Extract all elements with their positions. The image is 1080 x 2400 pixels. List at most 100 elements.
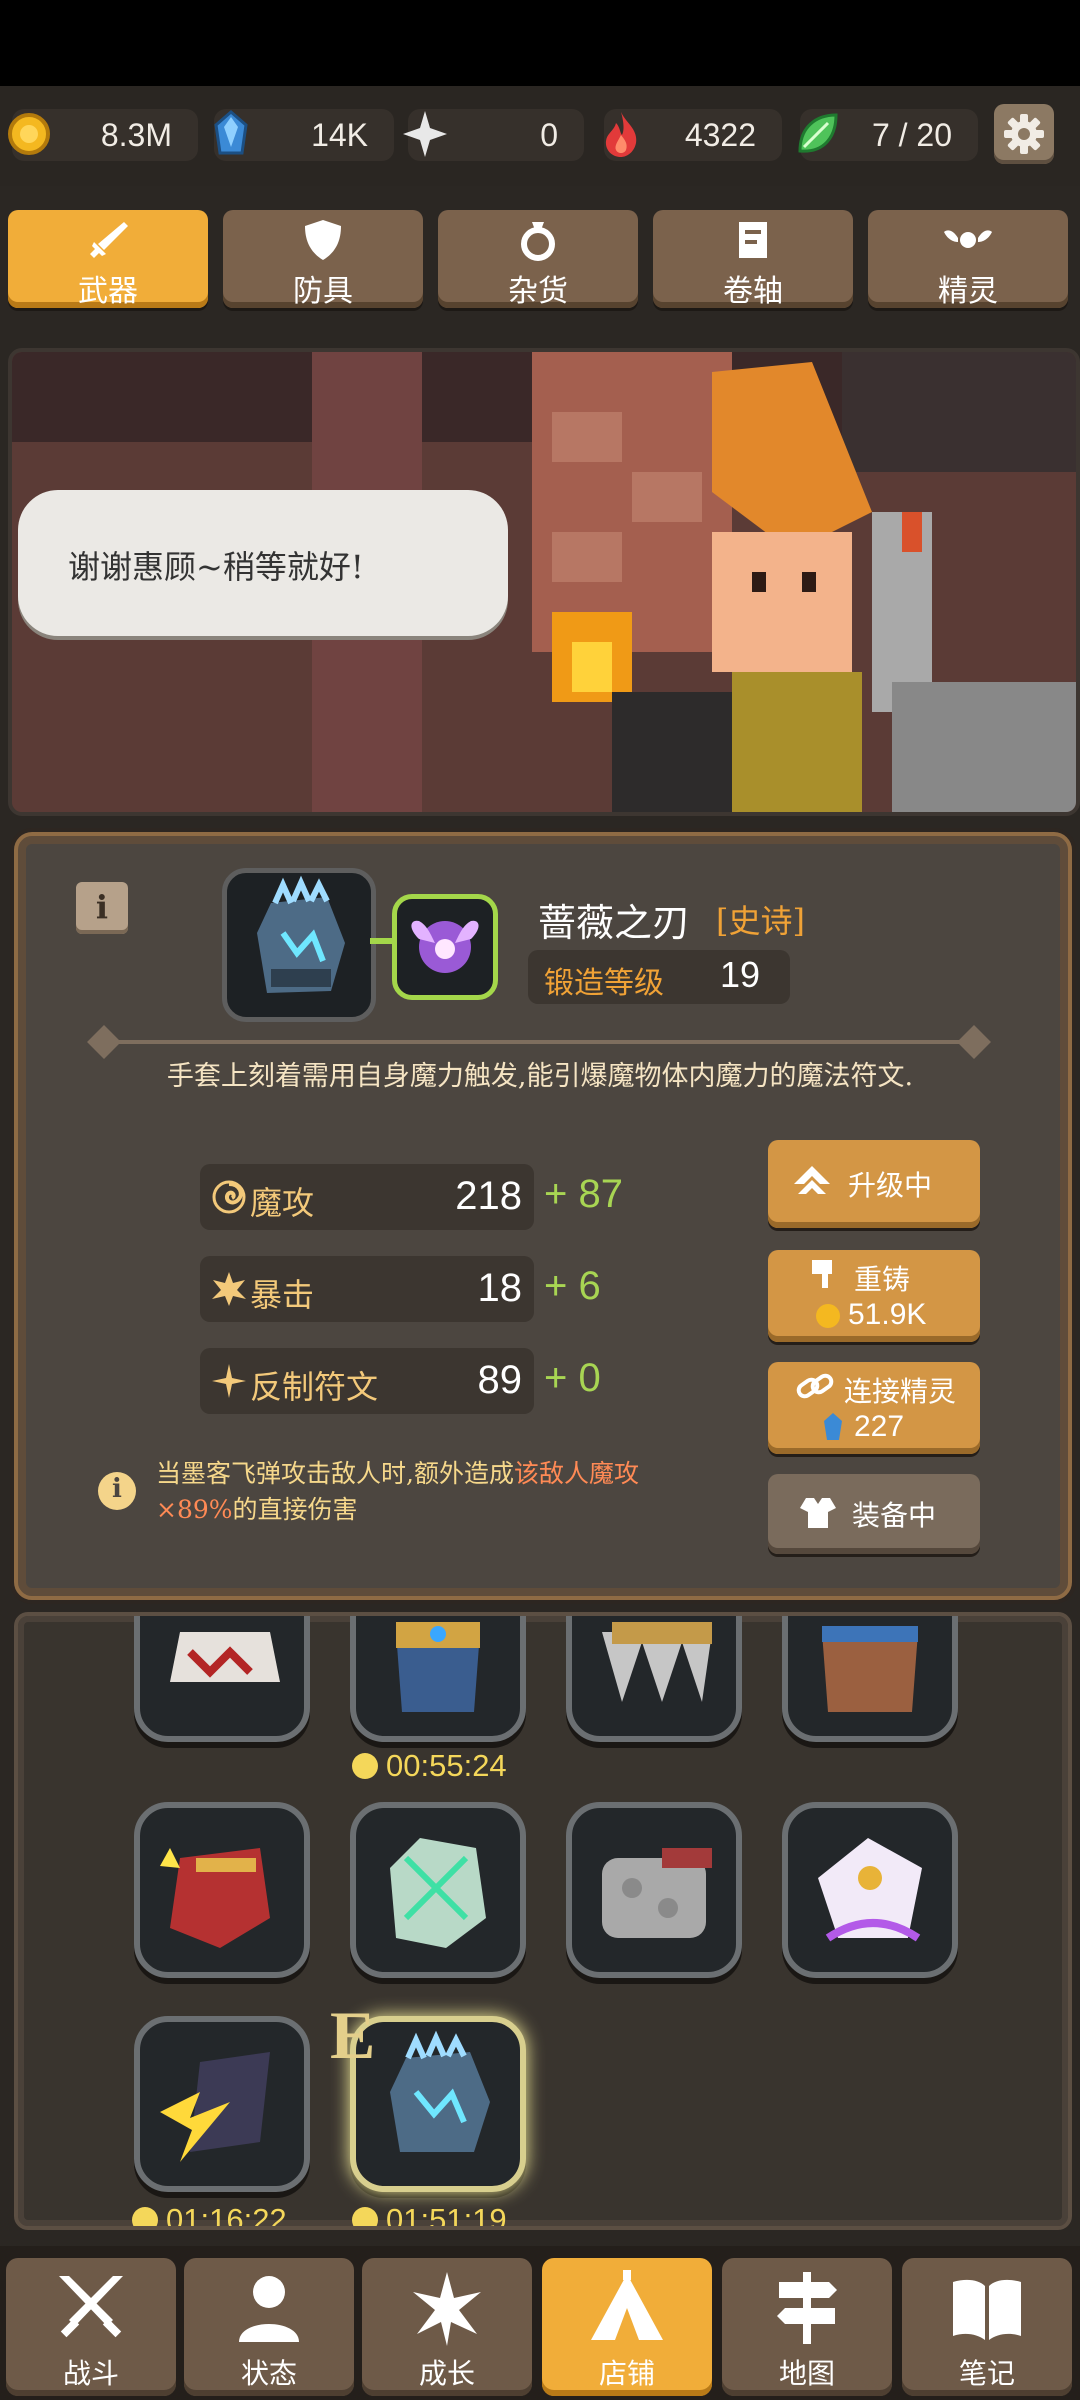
green-leaf-icon	[798, 113, 838, 153]
resource-crystal[interactable]: 14K	[214, 109, 394, 161]
stat-row-magic-attack: 魔攻 218	[200, 1164, 534, 1230]
gear-icon	[1004, 114, 1044, 154]
reforge-label: 重铸	[854, 1263, 911, 1296]
upgrade-label: 升级中	[848, 1169, 933, 1202]
dialog-text: 谢谢惠顾~稍等就好!	[68, 548, 364, 586]
inventory-item[interactable]	[350, 1616, 526, 1742]
tab-label: 防具	[293, 274, 353, 309]
inventory-item[interactable]	[782, 1616, 958, 1742]
inventory-item[interactable]	[782, 1802, 958, 1978]
inventory-item-selected[interactable]	[350, 2016, 526, 2192]
stat-bonus: + 6	[544, 1264, 601, 1308]
iron-gauntlet-icon	[602, 1848, 712, 1938]
equipped-button[interactable]: 装备中	[768, 1474, 980, 1554]
forge-level-value: 19	[720, 954, 761, 995]
resource-value: 0	[540, 117, 558, 153]
passive-prefix: 当墨客飞弹攻击敌人时,额外造成	[156, 1459, 514, 1488]
resource-value: 14K	[311, 117, 368, 153]
passive-highlight: 该敌人魔攻	[513, 1459, 639, 1488]
gold-blue-gauntlet-icon	[396, 1622, 480, 1712]
inventory-item[interactable]	[134, 1802, 310, 1978]
nav-battle[interactable]: 战斗	[6, 2258, 176, 2396]
timer-text: 01:16:22	[166, 2202, 287, 2230]
signpost-icon	[777, 2272, 837, 2344]
red-fist-gauntlet-icon	[160, 1848, 270, 1948]
tab-armor[interactable]: 防具	[223, 210, 423, 309]
sparkle-icon	[212, 1364, 246, 1398]
link-spirit-button[interactable]: 连接精灵 227	[768, 1362, 980, 1454]
chain-link-icon	[796, 1373, 834, 1399]
inventory-item[interactable]	[566, 1616, 742, 1742]
stopwatch-icon	[132, 2207, 158, 2226]
tab-label: 武器	[78, 274, 138, 309]
forge-level-label: 锻造等级	[544, 966, 664, 1001]
tab-weapons[interactable]: 武器	[8, 210, 208, 309]
nav-label: 战斗	[62, 2357, 119, 2390]
stat-name: 反制符文	[250, 1368, 379, 1406]
craft-timer: 01:51:19	[352, 2202, 507, 2226]
inventory-item[interactable]	[134, 1616, 310, 1742]
stat-value: 89	[477, 1358, 523, 1402]
nav-map[interactable]: 地图	[722, 2258, 892, 2396]
item-rarity: [史诗]	[716, 902, 805, 940]
stat-value: 218	[455, 1174, 522, 1218]
gold-coin-icon	[8, 113, 50, 155]
nav-growth[interactable]: 成长	[362, 2258, 532, 2396]
gauntlet-icon	[257, 875, 345, 993]
link-spirit-cost: 227	[854, 1410, 905, 1443]
wings-icon	[944, 230, 992, 248]
nav-label: 状态	[240, 2357, 297, 2390]
sword-icon	[90, 222, 128, 258]
resource-leaf[interactable]: 7 / 20	[798, 109, 978, 161]
info-button[interactable]: i	[76, 882, 128, 934]
upgrade-arrow-icon	[794, 1166, 830, 1194]
tab-scrolls[interactable]: 卷轴	[653, 210, 853, 309]
inventory-item[interactable]	[566, 1802, 742, 1978]
fairy-spirit-icon	[411, 920, 479, 973]
tab-goods[interactable]: 杂货	[438, 210, 638, 309]
nav-label: 地图	[778, 2357, 835, 2390]
stopwatch-icon	[352, 2207, 378, 2226]
reforge-button[interactable]: 重铸 51.9K	[768, 1250, 980, 1342]
info-circle-icon: i	[98, 1472, 136, 1510]
resource-flame[interactable]: 4322	[604, 109, 782, 161]
inventory-item[interactable]	[134, 2016, 310, 2192]
tab-spirits[interactable]: 精灵	[868, 210, 1068, 309]
nav-label: 成长	[418, 2357, 475, 2390]
nav-shop[interactable]: 店铺	[542, 2258, 712, 2396]
nav-status[interactable]: 状态	[184, 2258, 354, 2396]
stat-name: 暴击	[250, 1276, 315, 1314]
person-icon	[239, 2276, 299, 2342]
resource-gold[interactable]: 8.3M	[8, 109, 198, 161]
nav-notes[interactable]: 笔记	[902, 2258, 1072, 2396]
tab-label: 卷轴	[723, 274, 783, 309]
reforge-cost: 51.9K	[848, 1298, 927, 1331]
tab-label: 精灵	[938, 274, 998, 309]
armor-icon	[800, 1498, 836, 1528]
stat-value: 18	[477, 1266, 523, 1310]
spirit-link-line	[370, 938, 394, 944]
item-name: 蔷薇之刃	[538, 901, 691, 945]
passive-effect-text: 当墨客飞弹攻击敌人时,额外造成该敌人魔攻 ×89%的直接伤害	[156, 1456, 746, 1528]
upgrade-button[interactable]: 升级中	[768, 1140, 980, 1228]
jade-gauntlet-icon	[390, 1838, 486, 1948]
status-bar	[0, 0, 1080, 86]
item-icon-slot[interactable]	[222, 868, 376, 1022]
inventory-item[interactable]	[350, 1802, 526, 1978]
craft-timer: 00:55:24	[352, 1748, 507, 1784]
passive-highlight-multiplier: ×89%	[156, 1495, 233, 1524]
book-icon	[953, 2279, 1021, 2340]
resource-value: 7 / 20	[871, 117, 952, 153]
stat-name: 魔攻	[250, 1184, 315, 1222]
settings-button[interactable]	[994, 104, 1054, 164]
red-flame-icon	[605, 112, 637, 157]
divider	[100, 1040, 980, 1044]
spirit-slot[interactable]	[392, 894, 498, 1000]
mage-glove-icon	[818, 1838, 922, 1942]
hammer-icon	[812, 1260, 832, 1288]
claw-gauntlet-icon	[602, 1622, 712, 1702]
stat-bonus: + 87	[544, 1172, 623, 1216]
resource-star[interactable]: 0	[403, 109, 584, 161]
resource-value: 4322	[684, 117, 756, 153]
rose-blade-gauntlet-icon	[390, 2030, 490, 2152]
